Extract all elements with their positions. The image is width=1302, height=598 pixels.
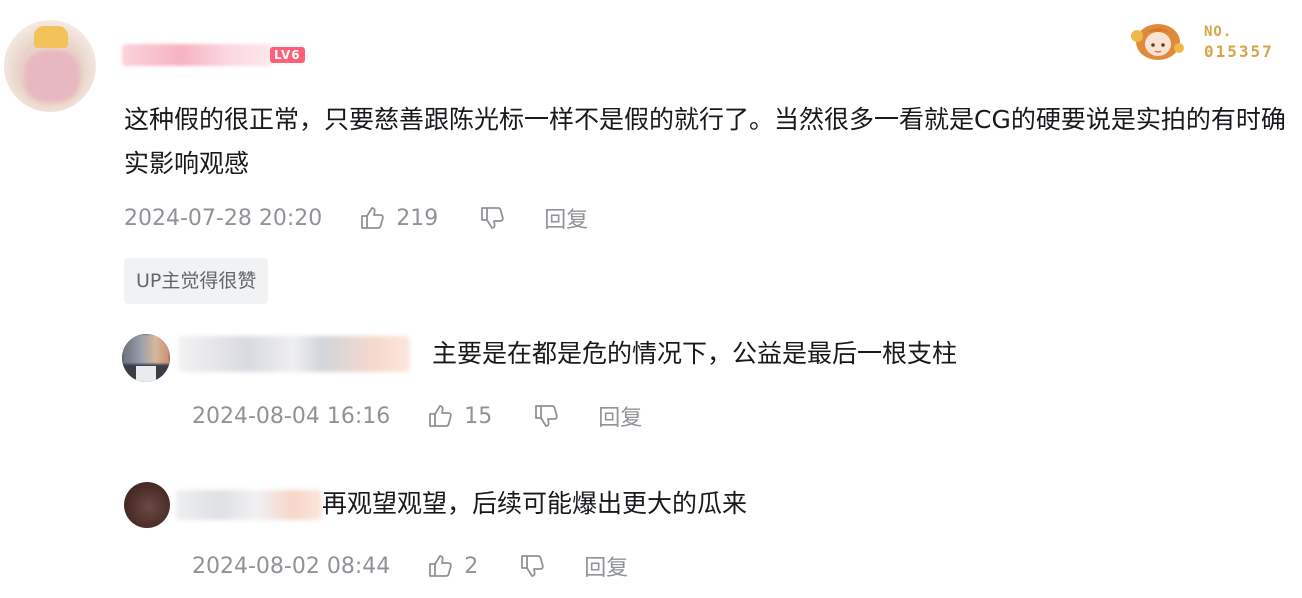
comment-text: 这种假的很正常，只要慈善跟陈光标一样不是假的就行了。当然很多一看就是CG的硬要说… (124, 105, 1286, 178)
comment-meta: 2024-07-28 20:20 219 回复 (124, 202, 588, 234)
thumbs-up-icon[interactable] (426, 402, 454, 430)
reply-meta: 2024-08-04 16:16 15 回复 (192, 400, 642, 432)
avatar-image-blurred (24, 50, 80, 102)
thumbs-down-icon[interactable] (478, 204, 506, 232)
like-count: 219 (396, 205, 439, 231)
reply-meta: 2024-08-02 08:44 2 回复 (192, 550, 628, 582)
reply-text: 主要是在都是危的情况下，公益是最后一根支柱 (432, 339, 958, 368)
thumbs-down-icon[interactable] (518, 552, 546, 580)
avatar-hat-decoration (34, 26, 68, 48)
reply-avatar[interactable] (122, 334, 170, 382)
thumbs-up-icon[interactable] (358, 204, 386, 232)
reply-button[interactable]: 回复 (544, 202, 588, 234)
level-badge: LV6 (270, 47, 305, 63)
reply-avatar[interactable] (124, 482, 170, 528)
anime-girl-icon (1131, 24, 1184, 60)
reply-username-blurred[interactable] (176, 490, 322, 520)
comment-time: 2024-07-28 20:20 (124, 205, 323, 231)
reply-time: 2024-08-04 16:16 (192, 403, 391, 429)
thumbs-up-icon[interactable] (426, 552, 454, 580)
thumbs-down-icon[interactable] (532, 402, 560, 430)
like-count: 15 (464, 403, 493, 429)
avatar[interactable] (4, 20, 96, 112)
username-blurred[interactable] (122, 44, 272, 66)
fan-badge-label: NO. (1204, 24, 1233, 40)
reply-username-blurred[interactable] (178, 336, 410, 372)
avatar-image-blurred (122, 334, 170, 364)
fan-badge-number: 015357 (1204, 42, 1274, 61)
reply-button[interactable]: 回复 (584, 550, 628, 582)
reply-time: 2024-08-02 08:44 (192, 553, 391, 579)
reply-text: 再观望观望，后续可能爆出更大的瓜来 (322, 489, 748, 518)
like-count: 2 (464, 553, 479, 579)
avatar-shirt (136, 366, 156, 382)
up-liked-tag: UP主觉得很赞 (124, 258, 269, 304)
reply-button[interactable]: 回复 (598, 400, 642, 432)
fan-badge: NO. 015357 (1128, 18, 1298, 68)
